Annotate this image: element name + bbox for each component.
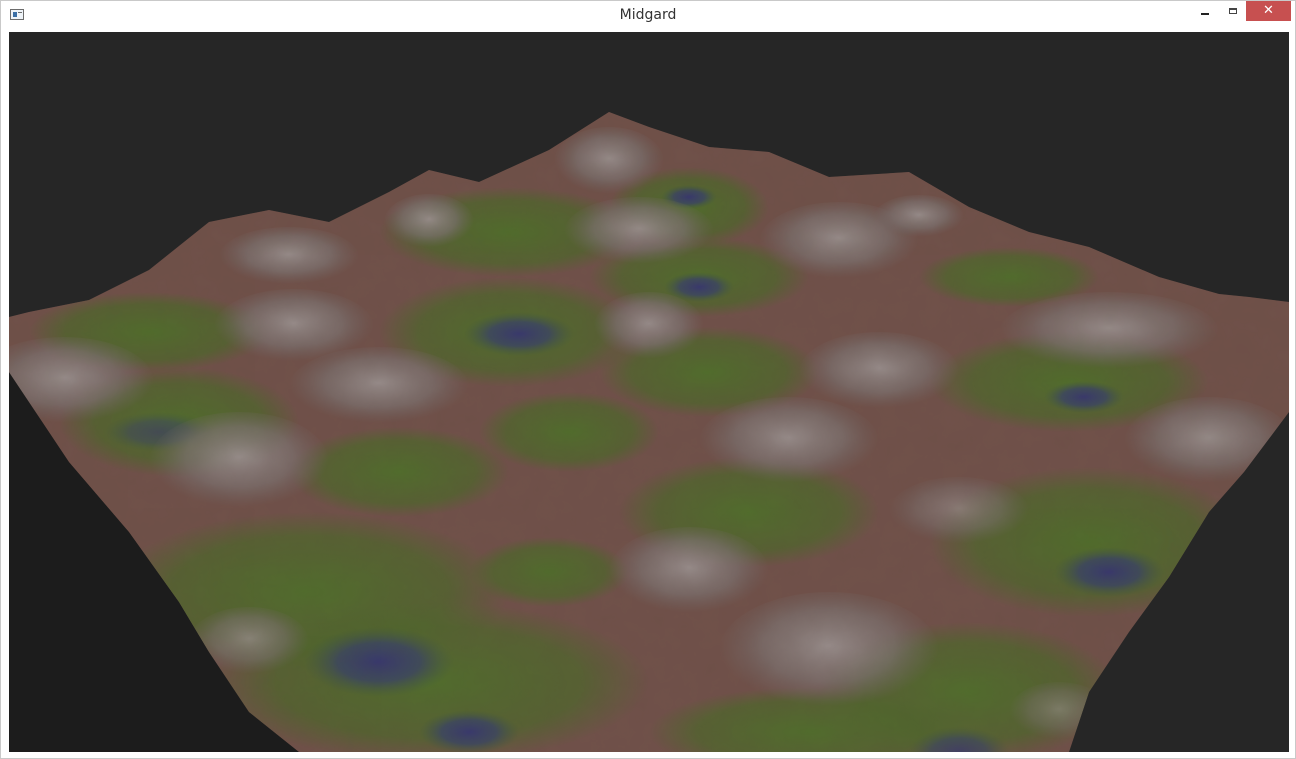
app-window: Midgard ✕ xyxy=(0,0,1296,759)
render-viewport[interactable] xyxy=(9,32,1289,752)
title-bar[interactable]: Midgard ✕ xyxy=(1,1,1295,31)
window-title: Midgard xyxy=(619,7,677,23)
minimize-icon xyxy=(1201,13,1209,15)
terrain-canvas xyxy=(9,32,1289,752)
minimize-button[interactable] xyxy=(1191,1,1219,21)
close-icon: ✕ xyxy=(1263,3,1274,18)
close-button[interactable]: ✕ xyxy=(1246,1,1291,21)
maximize-icon xyxy=(1229,8,1237,14)
maximize-button[interactable] xyxy=(1219,1,1247,21)
